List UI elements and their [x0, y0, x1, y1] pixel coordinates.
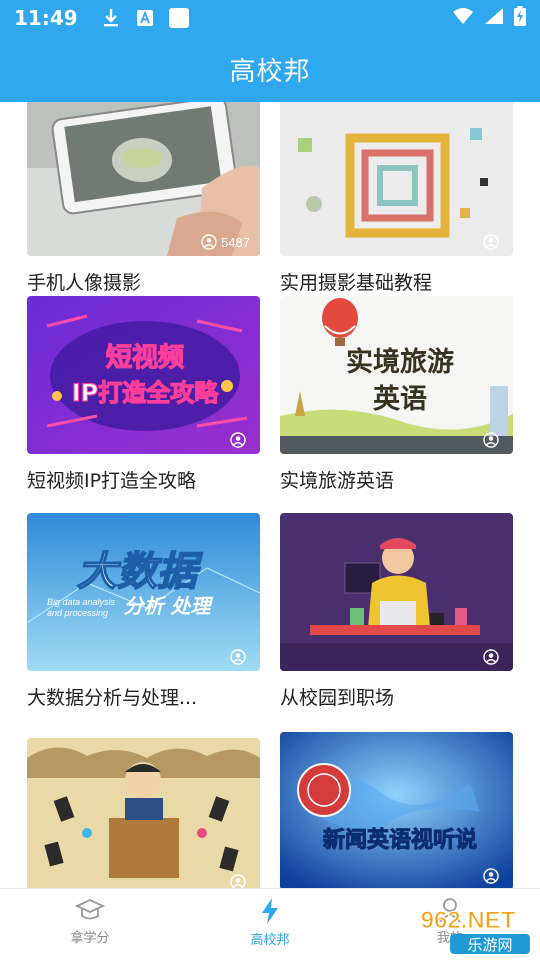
view-count-badge [483, 432, 503, 448]
signal-icon [484, 7, 504, 29]
course-thumbnail[interactable]: 5487 [27, 102, 260, 256]
course-card[interactable]: 实用摄影基础教程 [280, 102, 513, 295]
wifi-icon [452, 7, 474, 29]
short-video-image: 短视频 IP打造全攻略 [27, 296, 260, 454]
view-count-badge [230, 874, 250, 888]
view-count-badge: 5487 [201, 234, 250, 250]
user-circle-icon [201, 234, 217, 250]
short-video-title-line2: IP打造全攻略 [72, 379, 220, 407]
big-data-subtitle-zh: 分析 处理 [124, 594, 214, 618]
course-thumbnail[interactable] [280, 102, 513, 256]
course-thumbnail[interactable]: 实境旅游 英语 [280, 296, 513, 454]
user-circle-icon [483, 234, 499, 250]
big-data-subtitle-en1: Big data analysis [47, 597, 116, 607]
big-data-subtitle-en2: and processing [47, 608, 108, 618]
course-card[interactable] [27, 738, 260, 888]
user-circle-icon [230, 874, 246, 888]
page-title: 高校邦 [229, 56, 311, 87]
nav-item-home[interactable]: 高校邦 [180, 889, 360, 960]
course-title[interactable]: 短视频IP打造全攻略 [27, 466, 260, 493]
view-count-badge [230, 649, 250, 665]
view-count-badge [230, 432, 250, 448]
app-header: 高校邦 [0, 36, 540, 102]
course-thumbnail[interactable]: 短视频 IP打造全攻略 [27, 296, 260, 454]
status-time: 11:49 [14, 6, 78, 30]
big-data-image: 大数据 Big data analysis and processing 分析 … [27, 513, 260, 671]
course-title[interactable]: 从校园到职场 [280, 683, 513, 710]
course-card[interactable]: 实境旅游 英语 实境旅游英语 [280, 296, 513, 493]
blank-box-icon [168, 7, 190, 29]
watermark-logo: 962.NET 乐游网 [404, 902, 532, 956]
nav-label: 高校邦 [250, 933, 290, 948]
course-thumbnail[interactable] [280, 513, 513, 671]
travel-title-line2: 英语 [373, 384, 427, 415]
course-card[interactable]: 新闻英语视听说 [280, 732, 513, 888]
user-circle-icon [230, 649, 246, 665]
campus-career-image [280, 513, 513, 671]
presentation-image [27, 738, 260, 888]
view-count-badge [483, 649, 503, 665]
battery-charging-icon [514, 6, 526, 30]
view-count-badge [483, 234, 503, 250]
photography-basics-image [280, 102, 513, 256]
watermark-subtext: 乐游网 [467, 936, 512, 954]
course-title[interactable]: 实境旅游英语 [280, 466, 513, 493]
view-count: 5487 [221, 234, 250, 250]
user-circle-icon [230, 432, 246, 448]
travel-title-line1: 实境旅游 [346, 346, 454, 378]
course-card[interactable]: 短视频 IP打造全攻略 短视频IP打造全攻略 [27, 296, 260, 493]
course-thumbnail[interactable]: 新闻英语视听说 [280, 732, 513, 888]
user-circle-icon [483, 868, 499, 884]
status-bar: 11:49 [0, 0, 540, 36]
course-card[interactable]: 大数据 Big data analysis and processing 分析 … [27, 513, 260, 710]
news-english-image: 新闻英语视听说 [280, 732, 513, 888]
short-video-title-line1: 短视频 [106, 343, 184, 373]
course-title[interactable]: 实用摄影基础教程 [280, 268, 513, 295]
course-title[interactable]: 大数据分析与处理... [27, 683, 260, 710]
download-icon [100, 7, 122, 29]
nav-item-credits[interactable]: 拿学分 [0, 889, 180, 960]
user-circle-icon [483, 432, 499, 448]
phone-photography-image [27, 102, 260, 256]
watermark-text: 962.NET [421, 907, 516, 934]
lightning-icon [262, 898, 278, 924]
course-grid[interactable]: 5487 手机人像摄影 实用摄影基础教程 短视频 IP打造全攻略 短视频IP打造… [0, 102, 540, 888]
user-circle-icon [483, 649, 499, 665]
course-card[interactable]: 5487 手机人像摄影 [27, 102, 260, 295]
nav-label: 拿学分 [70, 931, 110, 946]
course-thumbnail[interactable]: 大数据 Big data analysis and processing 分析 … [27, 513, 260, 671]
course-card[interactable]: 从校园到职场 [280, 513, 513, 710]
graduation-cap-icon [75, 899, 105, 920]
a-box-icon [134, 7, 156, 29]
news-english-title: 新闻英语视听说 [323, 827, 477, 853]
big-data-title: 大数据 [77, 549, 203, 595]
travel-english-image: 实境旅游 英语 [280, 296, 513, 454]
course-title[interactable]: 手机人像摄影 [27, 268, 260, 295]
view-count-badge [483, 868, 503, 884]
course-thumbnail[interactable] [27, 738, 260, 888]
